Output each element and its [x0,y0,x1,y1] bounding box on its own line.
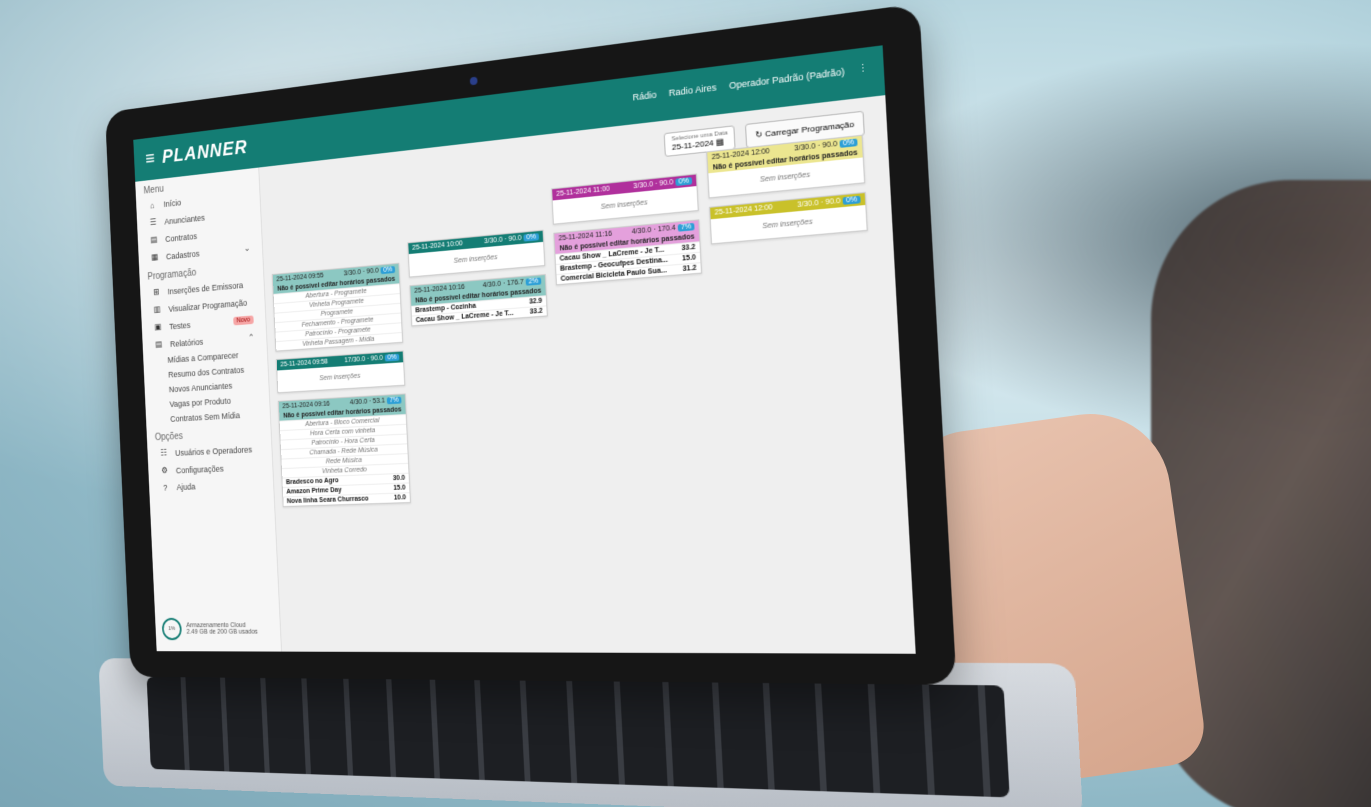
calendar-view-icon: ▥ [153,304,161,315]
card-percent: 0% [842,195,861,205]
schedule-card[interactable]: 25-11-2024 10:00 3/30.0 · 90.0 0% Sem ins… [407,229,546,278]
schedule-card[interactable]: 25-11-2024 11:00 3/30.0 · 90.0 0% Sem ins… [551,173,699,225]
brand-text: PLANNER [161,136,248,168]
calendar-icon: ▣ [154,321,162,332]
users-icon: ☰ [149,217,157,227]
report-label: Vagas por Produto [169,396,231,409]
topbar-label: Rádio [632,88,657,103]
schedule-card[interactable]: 25-11-2024 09:55 3/30.0 · 90.0 0% Não é p… [271,262,404,352]
card-time: 25-11-2024 09:16 [282,400,330,411]
sidebar-item-label: Usuários e Operadores [174,444,253,458]
report-label: Contratos Sem Mídia [170,410,241,424]
schedule-card[interactable]: 25-11-2024 09:58 17/30.0 · 90.0 0% Sem in… [275,350,406,394]
list-icon: ▦ [151,251,159,262]
storage-widget: 1% Armazenamento Cloud 2.49 GB de 200 GB … [161,617,259,641]
schedule-column: 25-11-2024 10:00 3/30.0 · 90.0 0% Sem ins… [407,229,548,335]
schedule-column: 25-11-2024 11:00 3/30.0 · 90.0 0% Sem ins… [551,173,703,293]
insert-icon: ⊞ [153,286,160,297]
radio-selector[interactable]: Radio Aires [668,82,716,98]
sidebar-item-label: Ajuda [176,481,196,492]
card-percent: 0% [523,233,540,242]
sidebar-item-label: Testes [169,319,191,331]
sidebar-item-label: Contratos [165,230,198,244]
chevron-down-icon: ⌄ [243,243,251,254]
user-selector[interactable]: Operador Padrão (Padrão) [729,66,845,91]
menu-icon[interactable]: ≡ [145,148,156,169]
sidebar-item-label: Configurações [175,463,224,475]
brand: ≡ PLANNER [145,137,248,171]
report-label: Novos Anunciantes [168,380,233,395]
topbar-right: Rádio Radio Aires Operador Padrão (Padrã… [632,62,868,102]
keyboard [146,676,1010,798]
people-icon: ☷ [160,447,168,458]
sidebar-item-label: Cadastros [165,248,200,261]
schedule-grid: 25-11-2024 09:55 3/30.0 · 90.0 0% Não é p… [269,134,901,645]
sidebar-item-label: Visualizar Programação [168,297,248,314]
new-badge: Novo [232,315,254,326]
card-value: 4/30.0 · 53.1 [349,397,386,407]
schedule-card[interactable]: 25-11-2024 09:16 4/30.0 · 53.1 7% Não é p… [277,393,411,508]
card-percent: 0% [839,138,858,148]
help-icon: ? [163,483,168,493]
ad-duration: 30.0 [392,474,406,483]
more-menu-icon[interactable]: ⋮ [858,62,869,75]
card-percent: 7% [677,222,695,232]
load-schedule-label: Carregar Programação [764,119,855,139]
ad-name: Nova linha Seara Churrasco [286,495,369,506]
ad-duration: 31.2 [682,264,697,274]
card-percent: 0% [380,266,396,275]
schedule-card[interactable]: 25-11-2024 12:00 3/30.0 · 90.0 0% Sem ins… [709,191,868,245]
laptop: ≡ PLANNER Rádio Radio Aires Operador Padr… [72,0,1084,807]
screen: ≡ PLANNER Rádio Radio Aires Operador Padr… [133,45,916,654]
schedule-column: 25-11-2024 09:55 3/30.0 · 90.0 0% Não é p… [271,262,411,515]
storage-usage: 2.49 GB de 200 GB usados [186,628,258,636]
card-percent: 2% [525,277,542,286]
card-percent: 0% [675,177,693,187]
camera-icon [469,76,478,86]
ad-duration: 15.0 [681,254,697,263]
sidebar-item-label: Relatórios [169,336,204,349]
storage-ring: 1% [161,617,183,641]
sidebar-item-label: Início [163,197,182,209]
ad-duration: 33.2 [529,307,543,316]
schedule-card[interactable]: 25-11-2024 10:16 4/30.0 · 176.7 2% Não é … [409,274,548,327]
chevron-up-icon: ⌃ [247,332,255,343]
refresh-icon: ↻ [755,129,763,140]
calendar-icon: ▦ [715,136,725,148]
laptop-bezel: ≡ PLANNER Rádio Radio Aires Operador Padr… [105,3,957,685]
ad-duration: 15.0 [393,484,406,492]
card-value: 17/30.0 · 90.0 [344,354,384,365]
schedule-card[interactable]: 25-11-2024 11:16 4/30.0 · 170.4 7% Não é … [553,219,703,286]
home-icon: ⌂ [149,200,155,211]
ad-duration: 32.9 [528,297,543,306]
sidebar: Menu ⌂ Início ☰ Anunciantes ▤ Contratos ▦ Ca… [135,167,282,652]
sidebar-item-ajuda[interactable]: ? Ajuda [149,475,274,496]
ad-duration: 10.0 [393,494,407,502]
report-icon: ▤ [155,339,163,349]
card-percent: 7% [386,396,402,405]
card-percent: 0% [384,353,400,362]
sidebar-item-label: Inserções de Emissora [167,279,244,296]
ad-duration: 33.2 [681,243,696,253]
schedule-column: 25-11-2024 12:00 3/30.0 · 90.0 0% Não é p… [706,134,868,253]
document-icon: ▤ [150,234,158,245]
gear-icon: ⚙ [161,465,168,475]
sidebar-item-label: Anunciantes [164,212,206,226]
